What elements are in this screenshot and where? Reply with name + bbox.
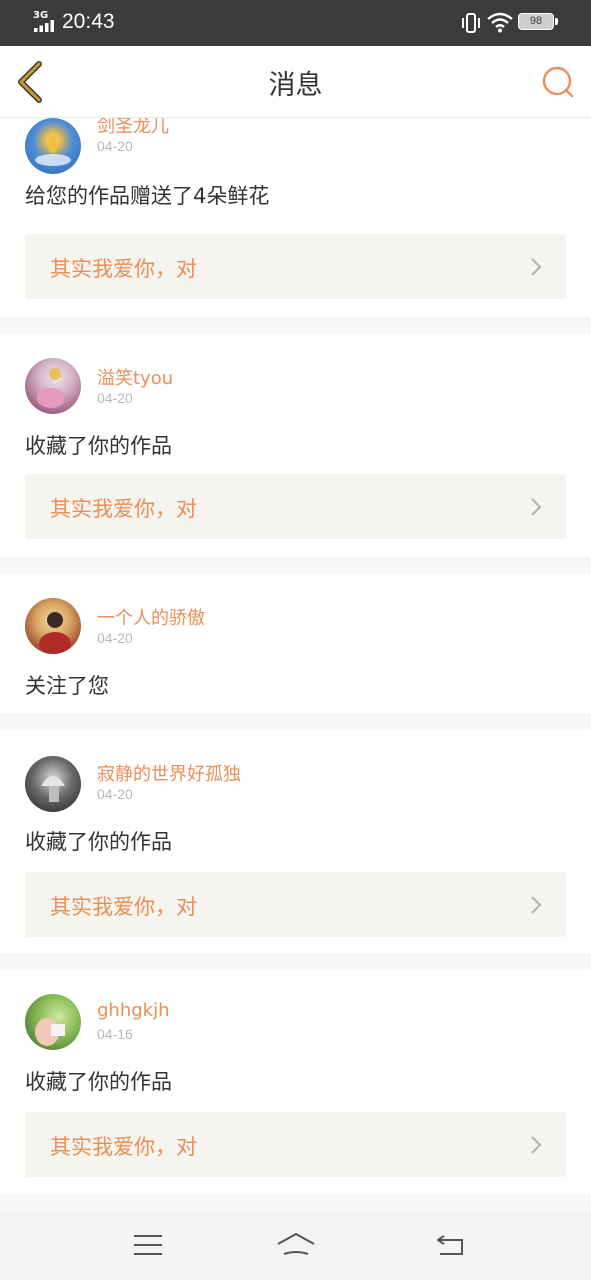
signal-icon: [34, 20, 54, 32]
search-icon: [542, 66, 574, 98]
work-title: 其实我爱你，对: [50, 257, 197, 281]
message-date: 04-20: [97, 786, 133, 802]
user-name[interactable]: 剑圣龙儿: [97, 118, 169, 138]
avatar-image: [39, 612, 71, 654]
avatar-image: [37, 368, 65, 408]
message-card: 一个人的骄傲 04-20 关注了您: [0, 574, 591, 713]
page-title: 消息: [268, 70, 323, 101]
avatar[interactable]: [25, 994, 81, 1050]
user-name[interactable]: 寂静的世界好孤独: [97, 760, 241, 786]
message-action: 收藏了你的作品: [25, 830, 172, 854]
status-bar: 3G 20:43 98: [0, 0, 591, 46]
battery-tip: [555, 18, 558, 25]
message-action: 收藏了你的作品: [25, 1070, 172, 1094]
message-date: 04-20: [97, 630, 133, 646]
home-icon: [277, 1233, 315, 1255]
return-icon: [437, 1235, 463, 1255]
user-name[interactable]: 溢笑tyou: [97, 364, 173, 390]
message-action: 收藏了你的作品: [25, 434, 172, 458]
message-card: 剑圣龙儿 04-20 给您的作品赠送了4朵鲜花 其实我爱你，对: [0, 118, 591, 317]
work-title: 其实我爱你，对: [50, 1135, 197, 1159]
return-button[interactable]: [432, 1230, 472, 1260]
user-name[interactable]: 一个人的骄傲: [97, 604, 205, 630]
search-button[interactable]: [538, 62, 578, 102]
message-card: 寂静的世界好孤独 04-20 收藏了你的作品 其实我爱你，对: [0, 730, 591, 953]
work-link[interactable]: 其实我爱你，对: [25, 1112, 566, 1177]
chevron-right-icon: [531, 896, 542, 914]
work-link[interactable]: 其实我爱你，对: [25, 474, 566, 539]
message-list[interactable]: 剑圣龙儿 04-20 给您的作品赠送了4朵鲜花 其实我爱你，对 溢笑tyou 0…: [0, 118, 591, 1210]
message-date: 04-20: [97, 390, 133, 406]
message-action: 给您的作品赠送了4朵鲜花: [25, 184, 270, 208]
message-date: 04-20: [97, 138, 133, 154]
work-link[interactable]: 其实我爱你，对: [25, 872, 566, 937]
message-card: ghhgkjh 04-16 收藏了你的作品 其实我爱你，对: [0, 970, 591, 1194]
chevron-right-icon: [531, 498, 542, 516]
work-title: 其实我爱你，对: [50, 895, 197, 919]
message-card: 溢笑tyou 04-20 收藏了你的作品 其实我爱你，对: [0, 334, 591, 557]
avatar-image: [35, 1018, 65, 1046]
avatar-image: [35, 135, 71, 166]
avatar[interactable]: [25, 756, 81, 812]
chevron-right-icon: [531, 258, 542, 276]
chevron-right-icon: [531, 1136, 542, 1154]
menu-button[interactable]: [128, 1230, 168, 1260]
wifi-icon: [487, 12, 513, 33]
header: 消息: [0, 46, 591, 118]
message-date: 04-16: [97, 1026, 133, 1042]
home-button[interactable]: [276, 1230, 316, 1260]
avatar[interactable]: [25, 598, 81, 654]
work-link[interactable]: 其实我爱你，对: [25, 234, 566, 299]
avatar[interactable]: [25, 358, 81, 414]
message-action: 关注了您: [25, 674, 109, 698]
vibrate-icon: [462, 13, 480, 33]
avatar-image: [41, 776, 65, 802]
user-name[interactable]: ghhgkjh: [97, 1000, 170, 1021]
clock: 20:43: [62, 10, 115, 33]
work-title: 其实我爱你，对: [50, 497, 197, 521]
avatar[interactable]: [25, 118, 81, 174]
battery-level: 98: [518, 13, 554, 30]
system-nav-bar: [0, 1210, 591, 1280]
menu-icon: [134, 1235, 162, 1255]
battery-icon: 98: [518, 13, 558, 30]
